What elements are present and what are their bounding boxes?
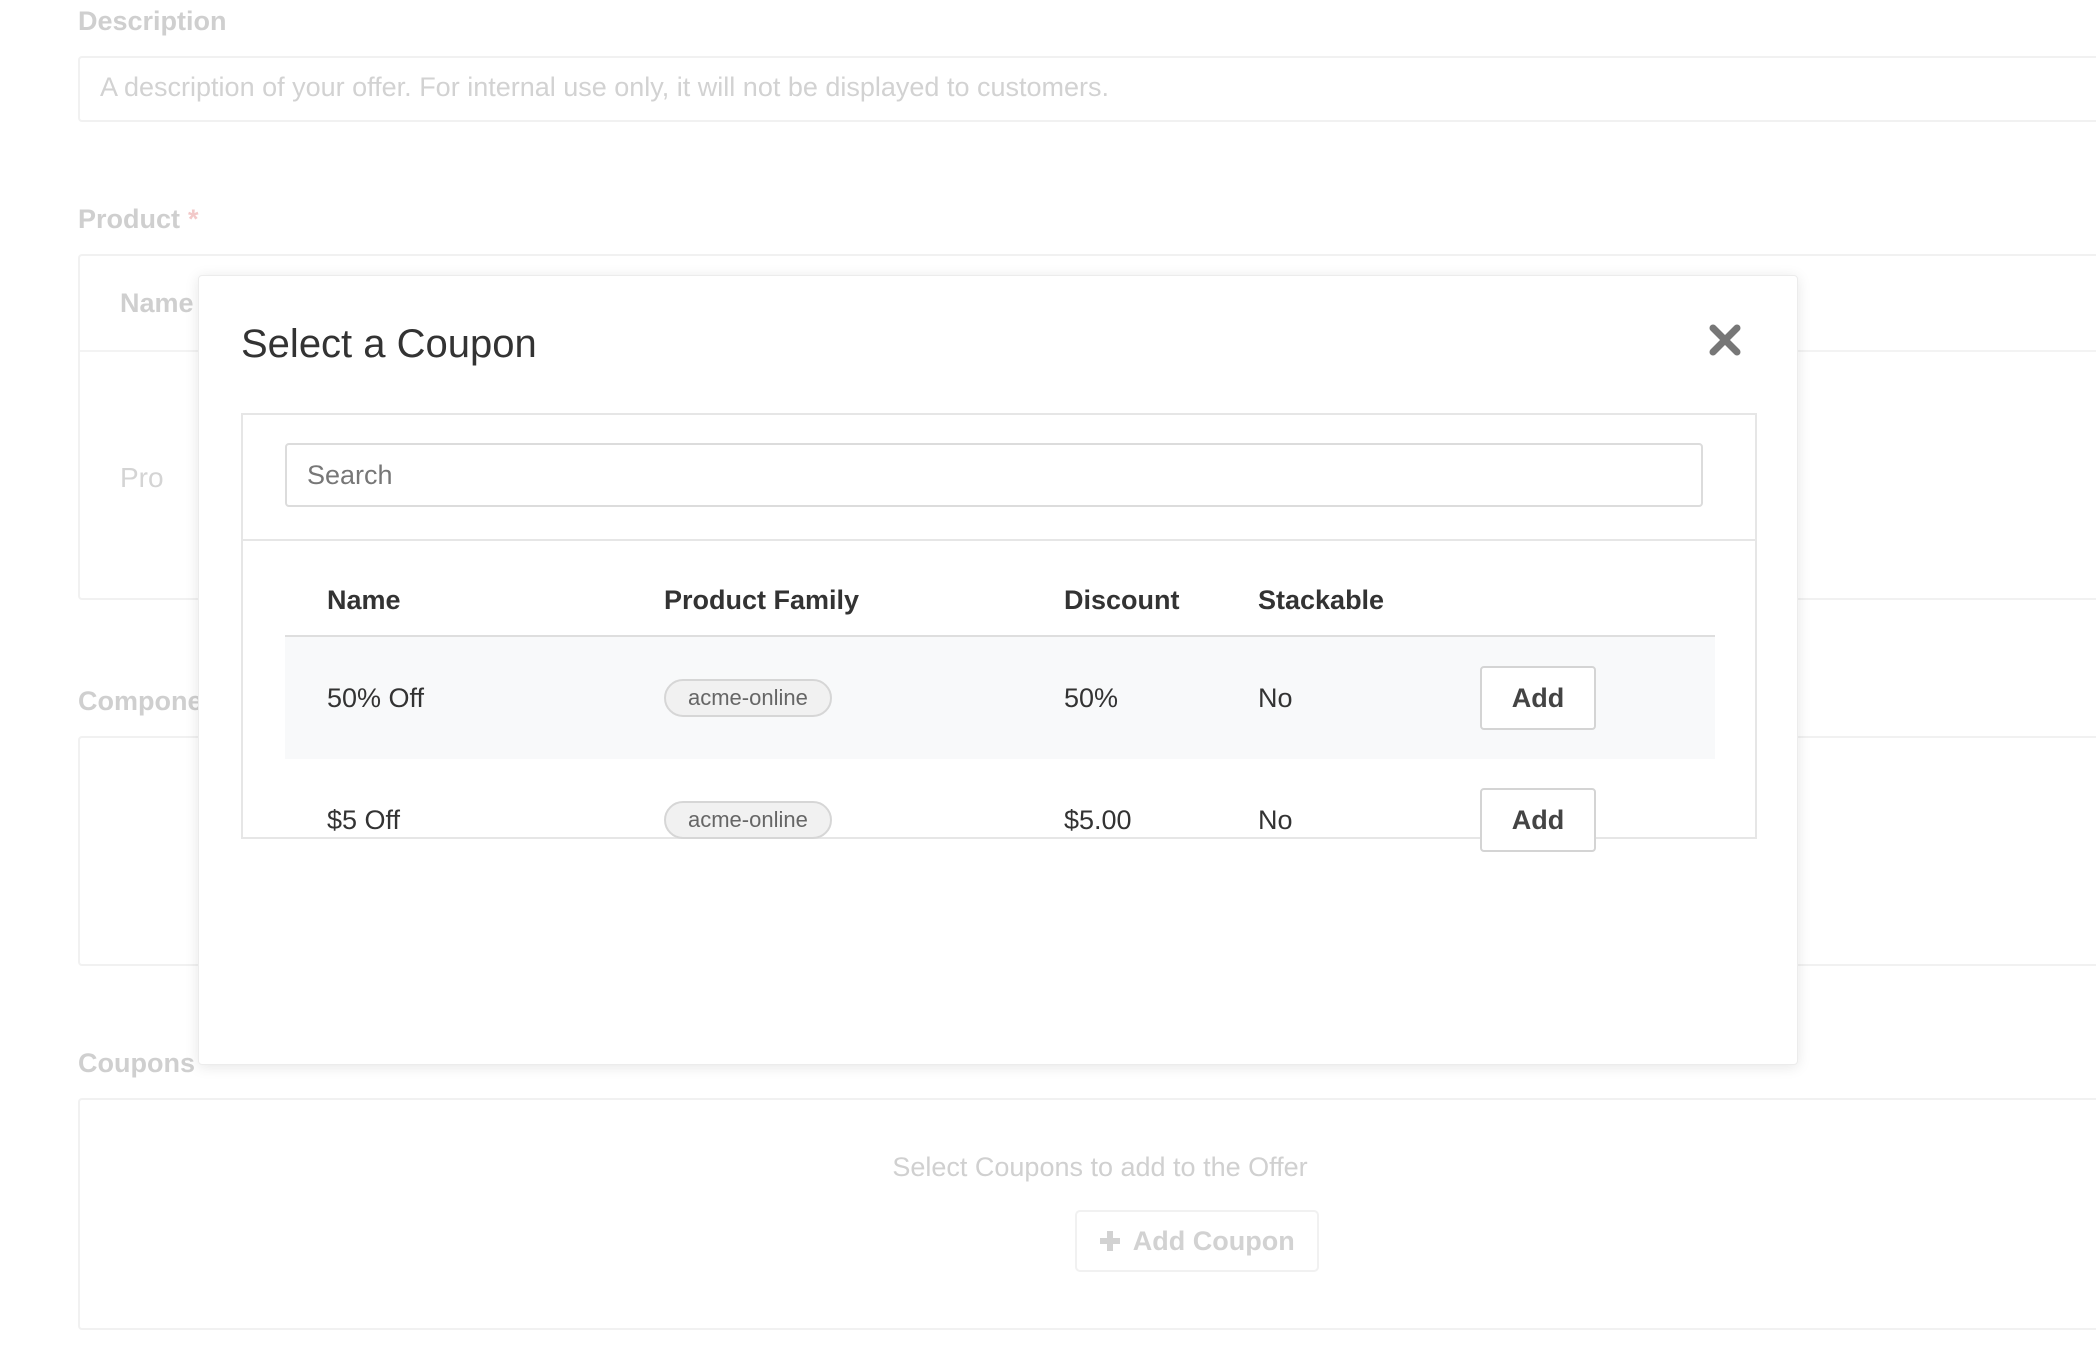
add-coupon-label: Add Coupon xyxy=(1132,1226,1295,1256)
coupon-panel: Name Product Family Discount Stackable 5… xyxy=(241,413,1757,852)
coupon-discount: $5.00 xyxy=(1064,804,1132,835)
close-icon[interactable] xyxy=(1707,322,1743,358)
action-cell: Add xyxy=(1478,636,1715,759)
required-mark: * xyxy=(188,204,199,234)
add-button[interactable]: Add xyxy=(1480,788,1596,852)
components-label: Compone xyxy=(78,686,203,716)
action-cell: Add xyxy=(1478,759,1715,881)
column-header-actions xyxy=(1478,565,1715,637)
add-coupon-button[interactable]: Add Coupon xyxy=(1075,1210,1319,1272)
column-header-product-family: Product Family xyxy=(664,565,1064,637)
search-input[interactable] xyxy=(285,443,1703,507)
select-coupon-modal: Select a Coupon Name Product Family Disc… xyxy=(198,275,1798,1065)
column-header-discount: Discount xyxy=(1064,565,1258,637)
product-family-cell: acme-online xyxy=(664,636,1064,759)
coupon-stackable: No xyxy=(1258,804,1293,835)
coupon-discount: 50% xyxy=(1064,636,1258,759)
column-header-stackable: Stackable xyxy=(1258,565,1478,637)
modal-title: Select a Coupon xyxy=(241,322,537,366)
table-row: 50% Off acme-online 50% No Add xyxy=(285,636,1715,759)
product-label: Product * xyxy=(78,204,199,235)
table-header-row: Name Product Family Discount Stackable xyxy=(285,565,1715,637)
product-family-badge: acme-online xyxy=(664,679,832,717)
coupon-name: 50% Off xyxy=(285,636,664,759)
description-label: Description xyxy=(78,6,227,36)
table-row: $5 Off acme-online $5.00 No Add xyxy=(285,759,1715,881)
coupons-empty-text: Select Coupons to add to the Offer xyxy=(892,1152,1308,1182)
column-header-name: Name xyxy=(285,565,664,637)
coupons-label: Coupons xyxy=(78,1048,195,1078)
coupon-name: $5 Off xyxy=(327,804,401,835)
description-placeholder: A description of your offer. For interna… xyxy=(100,72,1110,102)
search-bar xyxy=(243,415,1755,541)
product-row-text: Pro xyxy=(120,462,164,493)
coupon-stackable: No xyxy=(1258,636,1478,759)
product-family-cell: acme-online xyxy=(664,759,1064,881)
plus-icon xyxy=(1099,1226,1129,1256)
coupons-box: Select Coupons to add to the Offer Add C… xyxy=(78,1098,2096,1330)
product-label-text: Product xyxy=(78,204,181,234)
add-button[interactable]: Add xyxy=(1480,666,1596,730)
product-family-badge: acme-online xyxy=(664,801,832,839)
description-field[interactable]: A description of your offer. For interna… xyxy=(78,56,2096,122)
product-header-name: Name xyxy=(120,288,194,318)
coupon-table: Name Product Family Discount Stackable 5… xyxy=(285,565,1715,881)
